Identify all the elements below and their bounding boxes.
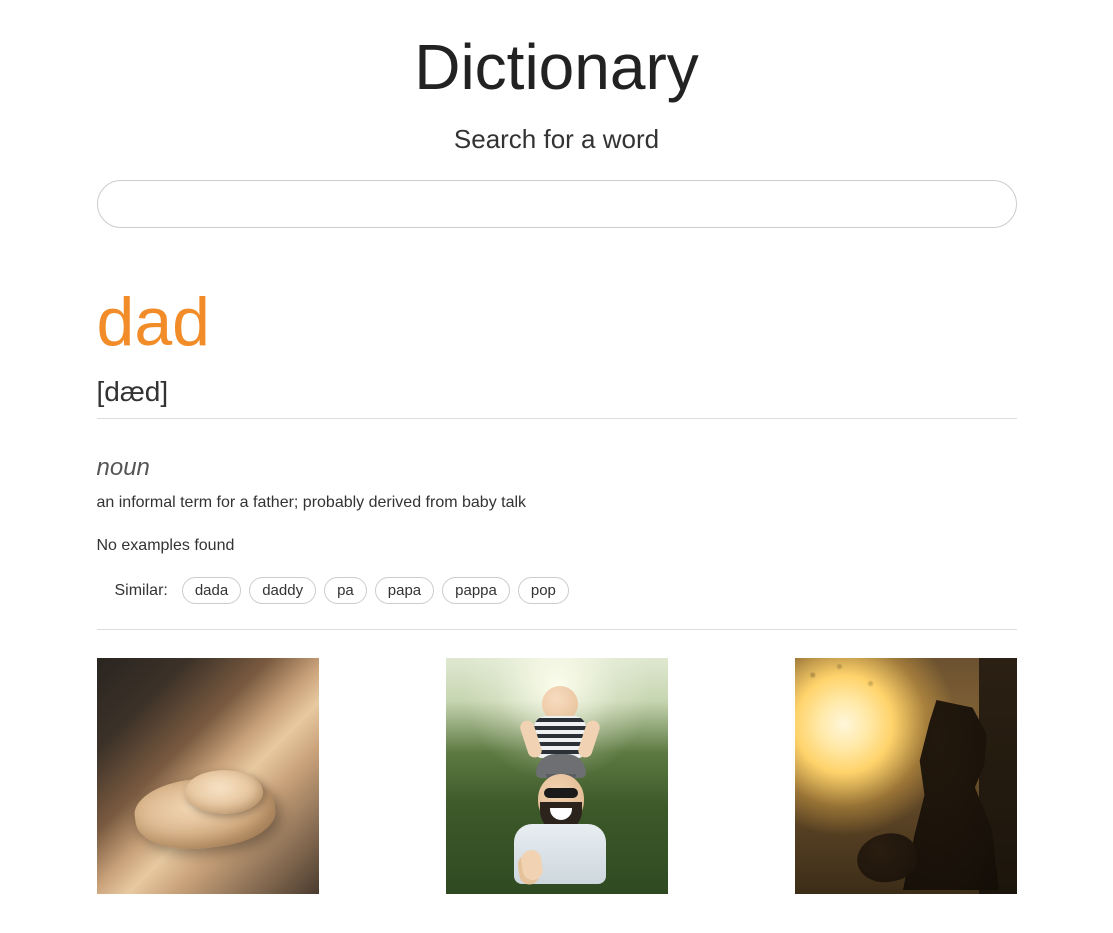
examples-text: No examples found [97,537,1017,555]
synonym-chip[interactable]: pop [518,577,569,604]
synonym-chip[interactable]: papa [375,577,434,604]
definition-text: an informal term for a father; probably … [97,494,1017,512]
synonym-chip[interactable]: daddy [249,577,316,604]
images-row [97,658,1017,894]
divider [97,629,1017,630]
word-heading: dad [97,288,1017,356]
synonym-chip[interactable]: pa [324,577,367,604]
similar-label: Similar: [115,582,168,600]
result-image-1 [97,658,319,894]
synonym-chip[interactable]: dada [182,577,241,604]
page-title: Dictionary [97,30,1017,104]
pronunciation: [dæd] [97,376,1017,408]
search-label: Search for a word [97,124,1017,155]
similar-row: Similar: dada daddy pa papa pappa pop [97,577,1017,604]
result-image-3 [795,658,1017,894]
search-input[interactable] [97,180,1017,228]
divider [97,418,1017,419]
result-image-2 [446,658,668,894]
synonym-chip[interactable]: pappa [442,577,510,604]
part-of-speech: noun [97,454,1017,482]
